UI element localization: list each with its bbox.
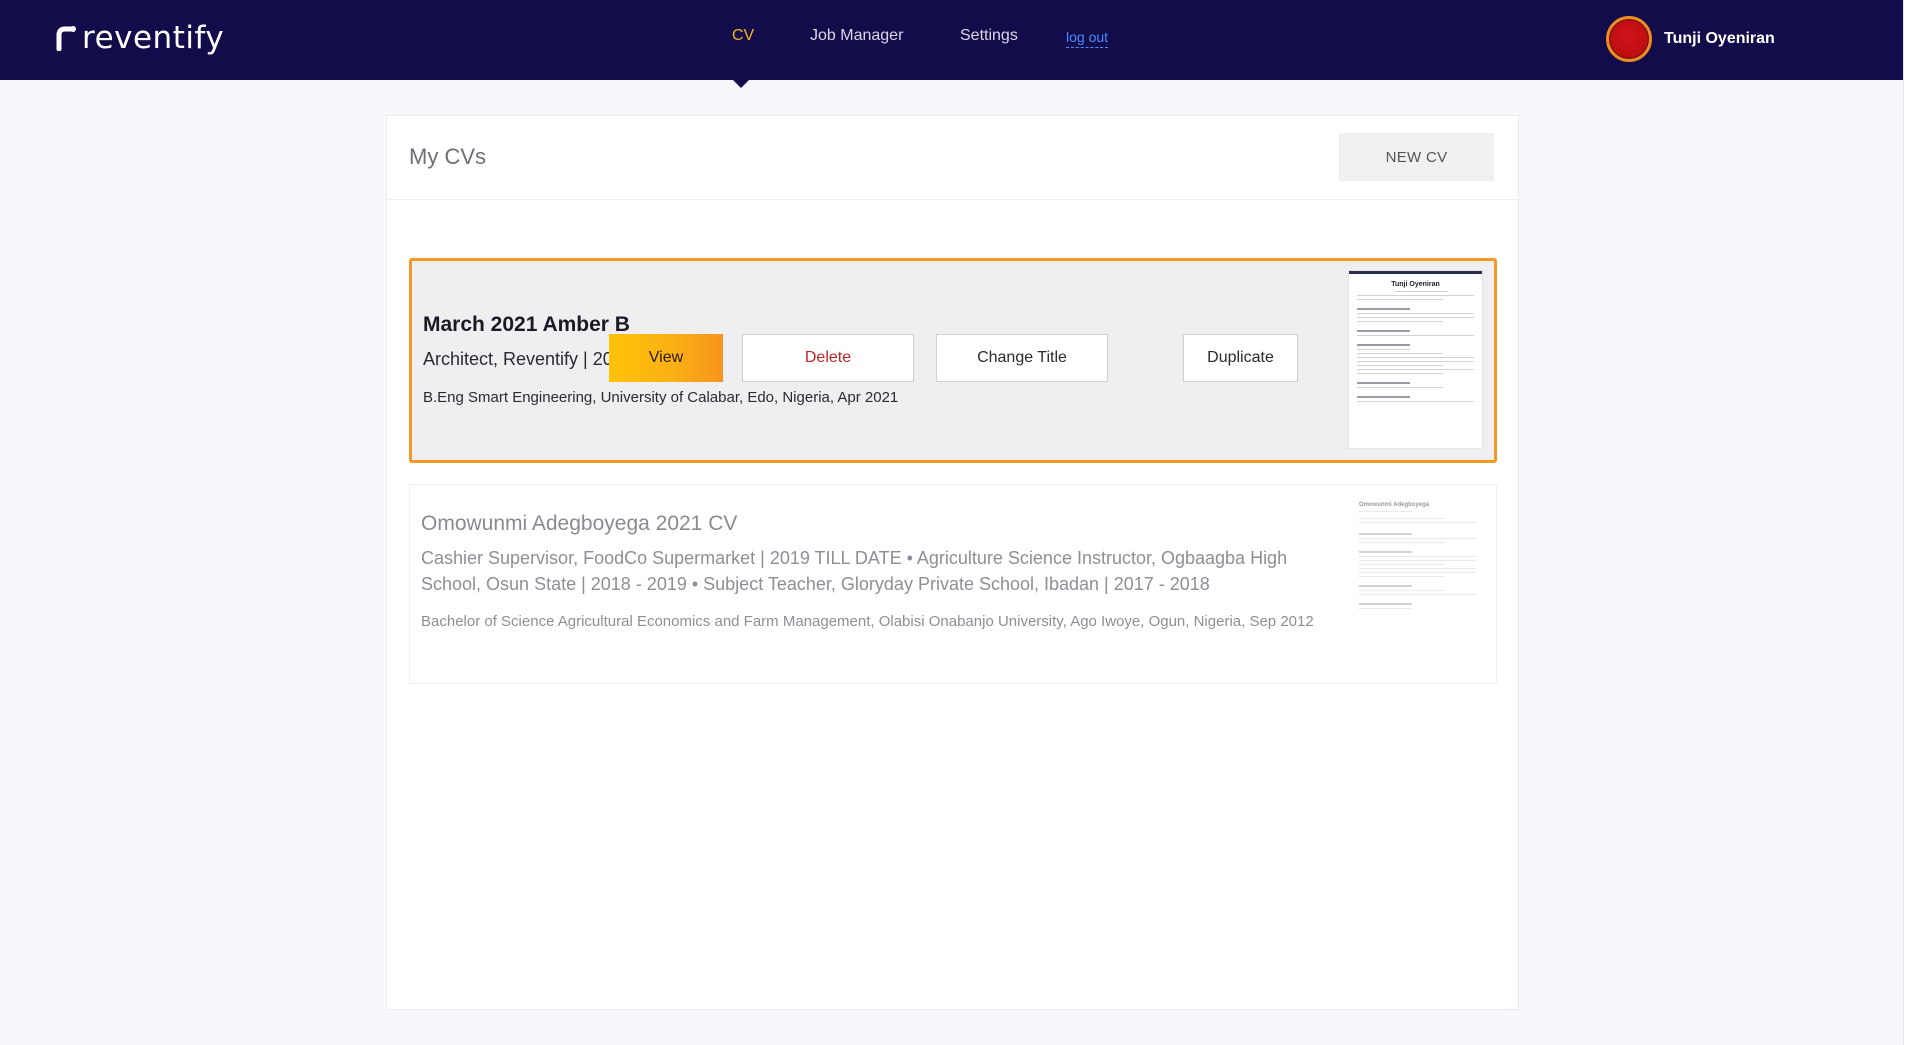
- nav-item-job-manager[interactable]: Job Manager: [810, 27, 903, 45]
- cv-education: B.Eng Smart Engineering, University of C…: [423, 389, 899, 406]
- view-button[interactable]: View: [609, 334, 723, 382]
- thumbnail-name: Omowunmi Adegboyega: [1359, 502, 1430, 508]
- logout-link[interactable]: log out: [1066, 29, 1109, 48]
- cv-thumbnail[interactable]: Tunji Oyeniran: [1349, 271, 1482, 448]
- cv-title: March 2021 Amber B: [423, 313, 630, 336]
- cv-card[interactable]: March 2021 Amber B Architect, Reventify …: [409, 258, 1497, 463]
- cv-education: Bachelor of Science Agricultural Economi…: [421, 613, 1314, 630]
- page-title: My CVs: [409, 144, 486, 169]
- delete-button[interactable]: Delete: [742, 334, 914, 382]
- nav-item-cv[interactable]: CV: [732, 27, 754, 45]
- user-menu[interactable]: Tunji Oyeniran: [1606, 16, 1775, 62]
- my-cvs-panel: My CVs NEW CV March 2021 Amber B Archite…: [386, 115, 1519, 1010]
- user-name: Tunji Oyeniran: [1664, 30, 1775, 47]
- top-navigation-bar: reventify CV Job Manager Settings log ou…: [0, 0, 1903, 80]
- avatar[interactable]: [1606, 16, 1652, 62]
- cv-thumbnail[interactable]: Omowunmi Adegboyega: [1351, 495, 1484, 673]
- thumbnail-name: Tunji Oyeniran: [1391, 281, 1440, 288]
- cv-experience: Architect, Reventify | 2021: [423, 349, 633, 369]
- panel-header: My CVs NEW CV: [387, 116, 1518, 200]
- nav-item-settings[interactable]: Settings: [960, 27, 1018, 45]
- active-nav-indicator: [731, 78, 751, 88]
- page-scroll-edge: [1903, 0, 1920, 1045]
- change-title-button[interactable]: Change Title: [936, 334, 1108, 382]
- cv-title: Omowunmi Adegboyega 2021 CV: [421, 512, 738, 535]
- duplicate-button[interactable]: Duplicate: [1183, 334, 1298, 382]
- new-cv-button[interactable]: NEW CV: [1339, 133, 1494, 181]
- cv-experience: Cashier Supervisor, FoodCo Supermarket |…: [421, 548, 1288, 594]
- cv-card[interactable]: Omowunmi Adegboyega 2021 CV Cashier Supe…: [409, 484, 1497, 684]
